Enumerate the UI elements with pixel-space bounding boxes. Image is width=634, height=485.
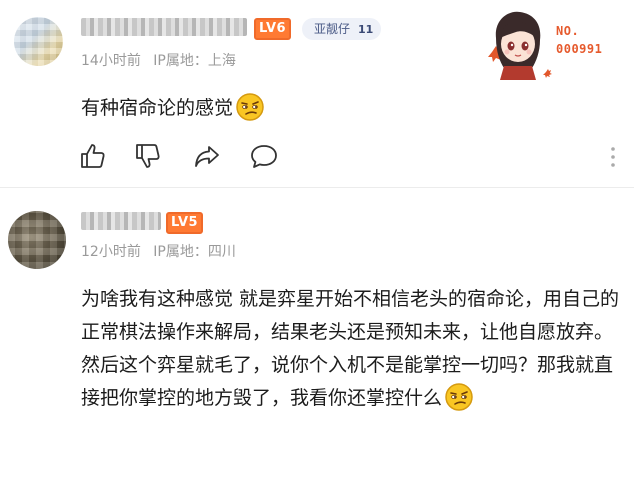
comment-divider	[0, 187, 634, 188]
smirk-emoji-icon	[236, 93, 264, 121]
comment-meta: 14小时前 IP属地：上海	[81, 50, 236, 70]
avatar[interactable]	[14, 17, 63, 66]
comment-ip-location: IP属地：上海	[153, 53, 236, 69]
fan-badge-level: 11	[358, 23, 374, 36]
fan-badge[interactable]: 亚靓仔 11	[302, 18, 382, 40]
avatar[interactable]	[8, 211, 66, 269]
smirk-emoji-icon	[445, 383, 473, 411]
level-badge: LV5	[166, 212, 204, 234]
comment-body: 有种宿命论的感觉	[81, 97, 234, 119]
comment-body: 为啥我有这种感觉 就是弈星开始不相信老头的宿命论，用自己的正常棋法操作来解局，结…	[81, 288, 620, 409]
level-badge: LV6	[254, 18, 292, 40]
chibi-character	[495, 11, 541, 80]
thumbs-down-icon[interactable]	[134, 142, 162, 170]
sticker-label: NO.	[556, 24, 580, 38]
share-icon[interactable]	[193, 142, 221, 170]
comment-text: 有种宿命论的感觉	[81, 92, 461, 125]
more-vertical-icon[interactable]	[608, 146, 618, 168]
thumbs-up-icon[interactable]	[79, 142, 107, 170]
comment-time: 14小时前	[81, 53, 141, 69]
comment-meta: 12小时前 IP属地：四川	[81, 241, 236, 261]
comment-icon[interactable]	[250, 142, 278, 170]
comment-time: 12小时前	[81, 244, 141, 260]
sticker-number: 000991	[556, 42, 603, 56]
username-blurred[interactable]	[81, 18, 247, 36]
username-blurred[interactable]	[81, 212, 161, 230]
comment-ip-location: IP属地：四川	[153, 244, 236, 260]
fan-badge-name: 亚靓仔	[314, 22, 351, 36]
comment-text: 为啥我有这种感觉 就是弈星开始不相信老头的宿命论，用自己的正常棋法操作来解局，结…	[81, 283, 626, 415]
